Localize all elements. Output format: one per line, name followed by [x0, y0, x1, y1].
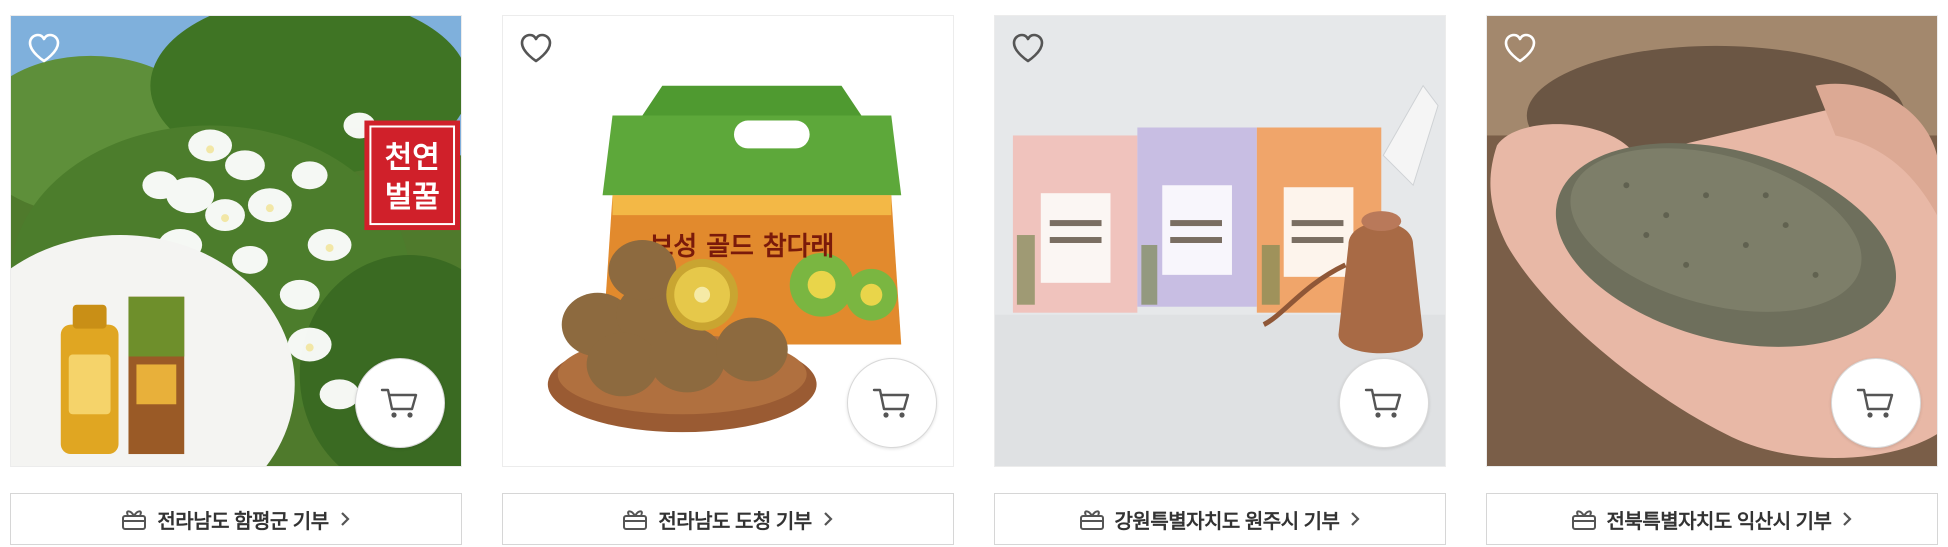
box-label: 보성 골드 참다래: [650, 232, 835, 262]
donate-label: 전라남도 함평군 기부: [157, 510, 329, 533]
chevron-right-icon: [1351, 512, 1361, 526]
donate-button-2[interactable]: 전라남도 도청 기부: [502, 493, 954, 545]
product-image-1[interactable]: 천연 벌꿀: [10, 15, 462, 467]
product-card-4: 전북특별자치도 익산시 기부: [1486, 15, 1938, 545]
shopping-cart-icon: [380, 388, 418, 418]
add-to-cart-button[interactable]: [1831, 358, 1921, 448]
badge-line-1: 천연: [385, 140, 440, 175]
wishlist-heart-icon[interactable]: [1011, 32, 1045, 66]
donate-button-3[interactable]: 강원특별자치도 원주시 기부: [994, 493, 1446, 545]
product-card-2: 보성 골드 참다래 전라남도 도청 기부: [502, 15, 954, 545]
wishlist-heart-icon[interactable]: [27, 32, 61, 66]
product-image-4[interactable]: [1486, 15, 1938, 467]
product-image-2[interactable]: 보성 골드 참다래: [502, 15, 954, 467]
wishlist-heart-icon[interactable]: [1503, 32, 1537, 66]
chevron-right-icon: [340, 512, 350, 526]
donate-label: 전라남도 도청 기부: [658, 510, 812, 533]
donate-label: 강원특별자치도 원주시 기부: [1114, 510, 1340, 533]
donate-label: 전북특별자치도 익산시 기부: [1606, 510, 1832, 533]
add-to-cart-button[interactable]: [1339, 358, 1429, 448]
chevron-right-icon: [823, 512, 833, 526]
badge-line-2: 벌꿀: [385, 180, 440, 215]
product-card-1: 천연 벌꿀 전라남도 함평군 기부: [10, 15, 462, 545]
gift-box-icon: [122, 510, 147, 530]
gift-box-icon: [623, 510, 648, 530]
add-to-cart-button[interactable]: [847, 358, 937, 448]
gift-box-icon: [1079, 510, 1104, 530]
donate-button-4[interactable]: 전북특별자치도 익산시 기부: [1486, 493, 1938, 545]
product-grid: 천연 벌꿀 전라남도 함평군 기부 보성 골드 참다래 전라남도 도청 기부 강…: [0, 0, 1948, 547]
shopping-cart-icon: [1364, 388, 1402, 418]
wishlist-heart-icon[interactable]: [519, 32, 553, 66]
product-image-3[interactable]: [994, 15, 1446, 467]
honey-bottle: [60, 304, 119, 455]
shopping-cart-icon: [1856, 388, 1894, 418]
add-to-cart-button[interactable]: [355, 358, 445, 448]
donate-button-1[interactable]: 전라남도 함평군 기부: [10, 493, 462, 545]
chevron-right-icon: [1843, 512, 1853, 526]
gift-box-icon: [1571, 510, 1596, 530]
honey-box: [128, 296, 185, 455]
product-card-3: 강원특별자치도 원주시 기부: [994, 15, 1446, 545]
shopping-cart-icon: [872, 388, 910, 418]
